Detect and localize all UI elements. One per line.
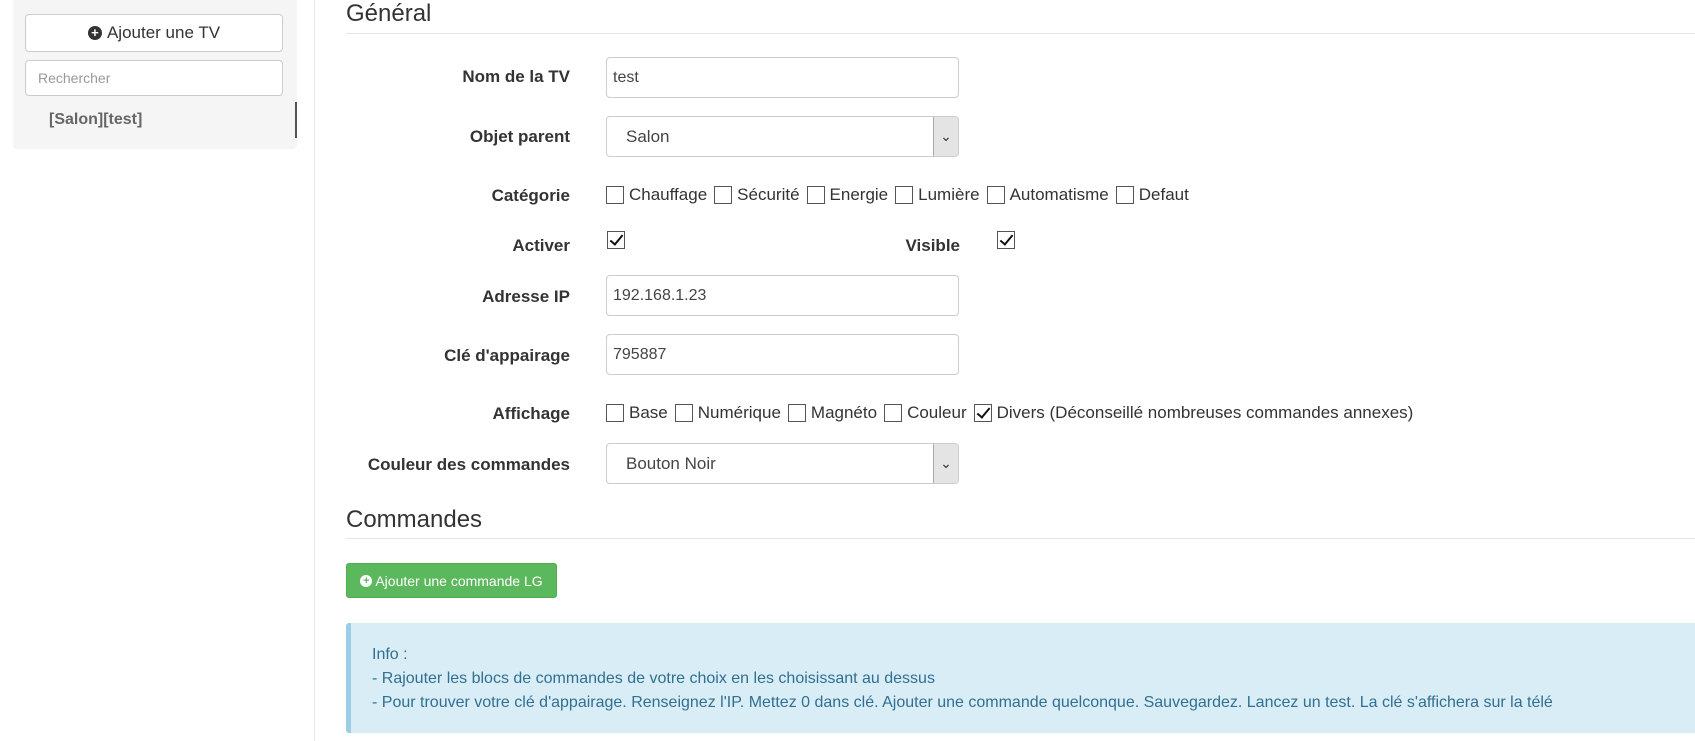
info-title: Info :	[372, 646, 408, 663]
search-input[interactable]	[25, 60, 283, 96]
ip-input[interactable]	[606, 275, 959, 316]
option-label: Energie	[829, 185, 889, 204]
display-options: Base Numérique Magnéto Couleur Divers (D…	[606, 403, 1420, 423]
add-command-button[interactable]: + Ajouter une commande LG	[346, 563, 557, 598]
checkbox[interactable]	[1115, 186, 1134, 204]
category-label: Catégorie	[491, 186, 570, 205]
add-tv-label: Ajouter une TV	[106, 23, 221, 42]
sidebar-item-salon-test[interactable]: [Salon][test]	[25, 102, 297, 138]
checkbox[interactable]	[895, 186, 914, 204]
option-label: Sécurité	[737, 185, 800, 204]
option-label: Couleur	[907, 403, 967, 422]
info-line-2: - Pour trouver votre clé d'appairage. Re…	[372, 694, 1553, 711]
category-option-lumiere[interactable]: Lumière	[895, 185, 980, 205]
checkbox[interactable]	[606, 186, 624, 204]
option-label: Automatisme	[1009, 185, 1109, 204]
option-label: Base	[629, 403, 668, 422]
display-option-base[interactable]: Base	[606, 403, 668, 423]
option-label: Divers (Déconseillé nombreuses commandes…	[996, 403, 1414, 422]
command-color-value: Bouton Noir	[626, 454, 716, 473]
category-option-securite[interactable]: Sécurité	[714, 185, 800, 205]
checkbox[interactable]	[787, 404, 806, 422]
enable-checkbox[interactable]	[607, 231, 625, 249]
info-line-1: - Rajouter les blocs de commandes de vot…	[372, 670, 935, 687]
display-label: Affichage	[492, 404, 570, 423]
tv-name-label: Nom de la TV	[462, 67, 570, 86]
general-legend: Général	[346, 0, 1695, 34]
visible-label: Visible	[905, 236, 961, 255]
option-label: Magnéto	[810, 403, 878, 422]
info-alert: Info : - Rajouter les blocs de commandes…	[346, 623, 1695, 733]
category-option-defaut[interactable]: Defaut	[1115, 185, 1189, 205]
display-option-numerique[interactable]: Numérique	[674, 403, 781, 423]
checkbox[interactable]	[606, 404, 624, 422]
category-option-chauffage[interactable]: Chauffage	[606, 185, 707, 205]
tv-name-input[interactable]	[606, 57, 959, 98]
option-label: Lumière	[918, 185, 980, 204]
category-options: Chauffage Sécurité Energie Lumière Autom…	[606, 185, 1196, 205]
checkbox[interactable]	[714, 186, 733, 204]
visible-checkbox[interactable]	[997, 231, 1015, 249]
option-label: Defaut	[1138, 185, 1189, 204]
checkbox[interactable]	[986, 186, 1005, 204]
sidebar-item-label: [Salon][test]	[49, 111, 143, 128]
parent-object-label: Objet parent	[469, 127, 570, 146]
chevron-down-icon: ⌄	[933, 117, 958, 156]
command-color-select[interactable]: Bouton Noir ⌄	[606, 443, 959, 484]
add-command-label: Ajouter une commande LG	[375, 572, 543, 589]
ip-label: Adresse IP	[482, 287, 570, 306]
checkbox[interactable]	[973, 404, 992, 422]
option-label: Numérique	[697, 403, 781, 422]
plus-circle-icon: +	[360, 574, 373, 587]
sidebar: + Ajouter une TV [Salon][test]	[13, 0, 297, 149]
category-option-energie[interactable]: Energie	[806, 185, 889, 205]
commands-legend: Commandes	[346, 503, 1695, 539]
parent-object-value: Salon	[626, 127, 670, 146]
column-divider	[314, 0, 315, 741]
checkbox[interactable]	[674, 404, 693, 422]
display-option-couleur[interactable]: Couleur	[884, 403, 967, 423]
command-color-label: Couleur des commandes	[367, 455, 570, 474]
display-option-magneto[interactable]: Magnéto	[787, 403, 878, 423]
checkbox[interactable]	[884, 404, 903, 422]
pairing-key-label: Clé d'appairage	[444, 346, 570, 365]
checkbox[interactable]	[806, 186, 825, 204]
display-option-divers[interactable]: Divers (Déconseillé nombreuses commandes…	[973, 403, 1414, 423]
plus-circle-icon: +	[87, 26, 102, 40]
parent-object-select[interactable]: Salon ⌄	[606, 116, 959, 157]
category-option-automatisme[interactable]: Automatisme	[986, 185, 1109, 205]
enable-label: Activer	[512, 236, 570, 255]
chevron-down-icon: ⌄	[933, 444, 958, 483]
option-label: Chauffage	[629, 185, 708, 204]
pairing-key-input[interactable]	[606, 334, 959, 375]
add-tv-button[interactable]: + Ajouter une TV	[25, 14, 283, 52]
